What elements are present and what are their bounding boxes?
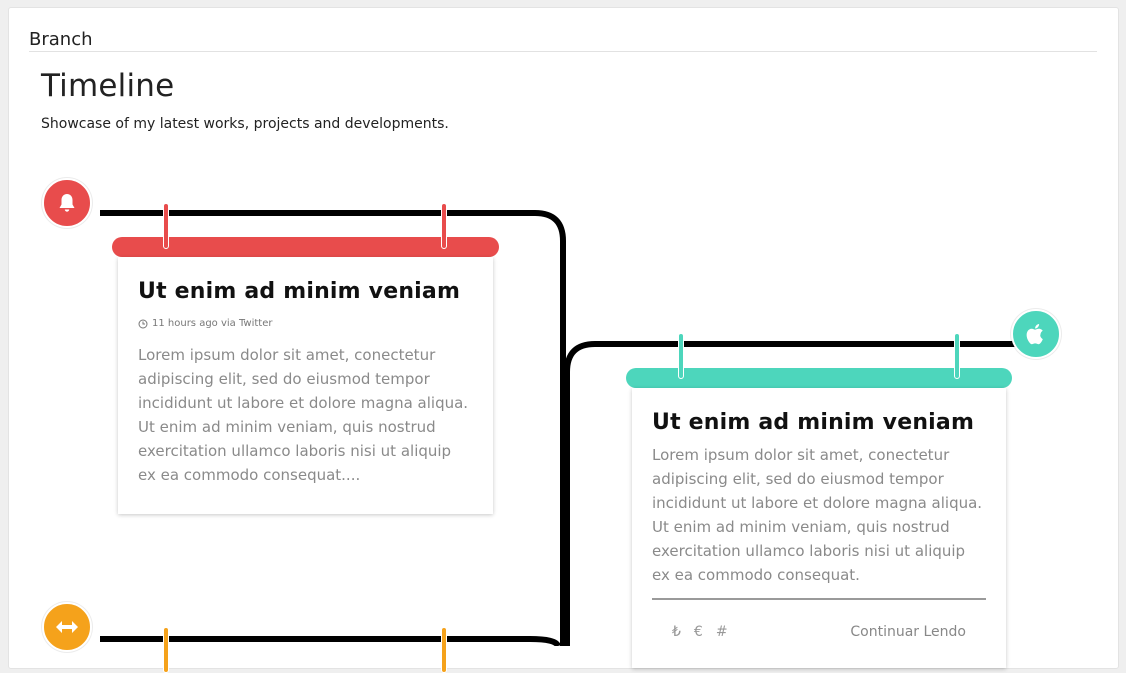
card-peg (163, 627, 169, 673)
card-meta-text: 11 hours ago via Twitter (152, 318, 273, 329)
apple-icon[interactable] (1011, 309, 1061, 359)
card-divider (652, 598, 986, 600)
card-body: Lorem ipsum dolor sit amet, conectetur a… (652, 446, 983, 584)
card-meta: 11 hours ago via Twitter (138, 318, 473, 329)
card-peg (678, 333, 684, 379)
card-peg (441, 203, 447, 249)
card-title: Ut enim ad minim veniam (138, 279, 461, 304)
card-peg (163, 203, 169, 249)
card-title: Ut enim ad minim veniam (652, 410, 975, 435)
euro-icon[interactable]: € (694, 624, 703, 640)
card-peg (954, 333, 960, 379)
clock-icon (138, 319, 148, 328)
read-more-link[interactable]: Continuar Lendo (850, 624, 986, 640)
bell-icon[interactable] (42, 178, 92, 228)
arrows-horizontal-icon[interactable] (42, 602, 92, 652)
timeline-card: Ut enim ad minim veniam Lorem ipsum dolo… (632, 388, 1006, 668)
hash-icon[interactable]: # (716, 624, 728, 640)
card-peg (441, 627, 447, 673)
card-body: Lorem ipsum dolor sit amet, conectetur a… (138, 346, 469, 484)
timeline-card: Ut enim ad minim veniam 11 hours ago via… (118, 257, 493, 514)
card-footer: ₺ € # Continuar Lendo (652, 624, 986, 640)
lira-icon[interactable]: ₺ (672, 624, 681, 640)
card-footer-icons: ₺ € # (652, 624, 728, 640)
